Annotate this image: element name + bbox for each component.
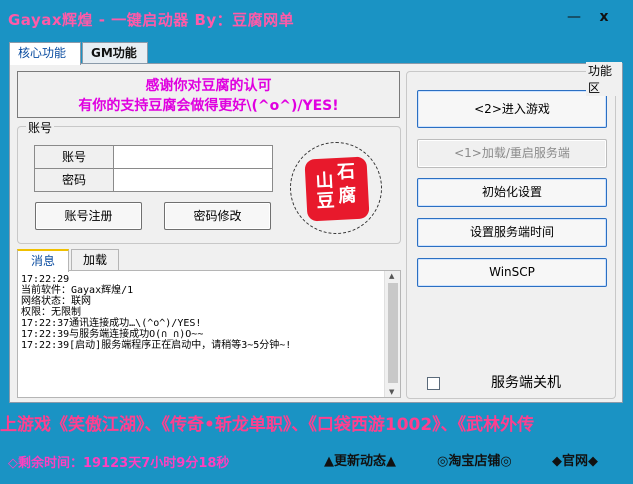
scroll-down-icon[interactable]: ▼ [389,388,394,396]
seal-char-2: 豆 [316,190,336,213]
tab-gm-functions[interactable]: GM功能 [82,42,148,64]
game-list-marquee: 上游戏《笑傲江湖》、《传奇•斩龙单职》、《口袋西游1002》、《武林外传 [0,410,633,434]
shutdown-label: 服务端关机 [491,375,561,391]
seal-char-3: 腐 [337,185,357,207]
tab-loading[interactable]: 加载 [71,249,119,271]
window-title: Gayax辉煌 - 一键启动器 By：豆腐网单 [8,11,295,29]
tab-messages[interactable]: 消息 [17,249,69,272]
scroll-up-icon[interactable]: ▲ [389,272,394,280]
load-restart-server-button[interactable]: <1>加载/重启服务端 [417,139,607,168]
username-label: 账号 [34,145,114,169]
seal-char-0: 山 [315,170,335,193]
username-input[interactable] [113,145,273,169]
official-site-link[interactable]: ◆官网◆ [552,450,598,469]
minimize-button[interactable]: — [563,6,585,28]
core-functions-panel: 感谢你对豆腐的认可 有你的支持豆腐会做得更好\(^o^)/YES! 账号 账号 … [9,62,623,403]
tab-core-functions[interactable]: 核心功能 [9,42,81,65]
function-group: <2>进入游戏 <1>加载/重启服务端 初始化设置 设置服务端时间 WinSCP… [406,71,616,399]
account-group-label: 账号 [26,119,55,136]
password-label: 密码 [34,168,114,192]
shutdown-checkbox[interactable] [427,377,440,390]
register-button[interactable]: 账号注册 [35,202,142,230]
message-log[interactable]: 17:22:29 当前软件：Gayax辉煌/1 网络状态：联网 权限：无限制 1… [17,270,401,398]
log-text: 17:22:29 当前软件：Gayax辉煌/1 网络状态：联网 权限：无限制 1… [21,274,292,351]
tofu-seal-logo: 石 山 豆 腐 [290,142,382,234]
initialize-settings-button[interactable]: 初始化设置 [417,178,607,207]
taobao-store-link[interactable]: ◎淘宝店铺◎ [437,450,512,469]
close-button[interactable]: x [593,6,615,28]
set-server-time-button[interactable]: 设置服务端时间 [417,218,607,247]
update-news-link[interactable]: ▲更新动态▲ [324,450,396,469]
seal-stamp: 石 山 豆 腐 [304,156,370,222]
change-password-button[interactable]: 密码修改 [164,202,271,230]
thanks-banner: 感谢你对豆腐的认可 有你的支持豆腐会做得更好\(^o^)/YES! [17,71,400,118]
log-scrollbar[interactable]: ▲ ▼ [384,271,400,397]
remaining-time: ◇剩余时间：19123天7小时9分18秒 [8,456,230,471]
password-input[interactable] [113,168,273,192]
winscp-button[interactable]: WinSCP [417,258,607,287]
seal-char-1: 石 [336,161,356,183]
marquee-text: 上游戏《笑傲江湖》、《传奇•斩龙单职》、《口袋西游1002》、《武林外传 [0,415,535,434]
function-group-label: 功能区 [586,62,622,96]
title-bar: Gayax辉煌 - 一键启动器 By：豆腐网单 — x [0,0,633,36]
banner-line-1: 感谢你对豆腐的认可 [145,78,272,94]
enter-game-button[interactable]: <2>进入游戏 [417,90,607,128]
banner-line-2: 有你的支持豆腐会做得更好\(^o^)/YES! [78,98,339,114]
scroll-thumb[interactable] [388,283,398,383]
